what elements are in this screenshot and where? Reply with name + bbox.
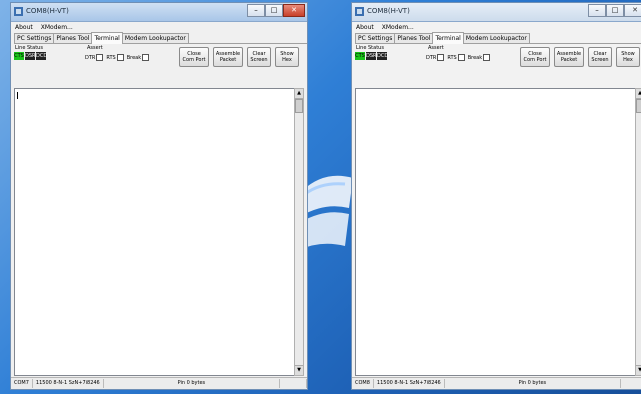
- cts-led: CTS: [355, 52, 365, 60]
- line-status-label: Line Status: [15, 45, 43, 51]
- window-title: COM8(H-VT): [26, 7, 69, 15]
- break-check[interactable]: [142, 54, 150, 61]
- tab-strip: PC Settings Planes Tool Terminal Modem L…: [14, 32, 307, 44]
- clear-screen-button[interactable]: Clear Screen: [588, 47, 612, 67]
- tab-terminal[interactable]: Terminal: [432, 32, 464, 44]
- tab-terminal[interactable]: Terminal: [91, 32, 123, 44]
- assemble-packet-button[interactable]: Assemble Packet: [213, 47, 243, 67]
- close-com-port-button[interactable]: Close Com Port: [520, 47, 550, 67]
- dsr-led: DSR: [366, 52, 377, 60]
- rts-check[interactable]: [457, 54, 465, 61]
- terminal-output[interactable]: [355, 88, 636, 376]
- tab-strip: PC Settings Planes Tool Terminal Modem L…: [355, 32, 641, 44]
- show-hex-button[interactable]: Show Hex: [616, 47, 640, 67]
- break-checkbox[interactable]: Break: [467, 54, 491, 61]
- close-com-port-button[interactable]: Close Com Port: [179, 47, 209, 67]
- break-label: Break: [467, 55, 483, 61]
- clear-screen-button[interactable]: Clear Screen: [247, 47, 271, 67]
- status-bar: COM8 11500 8-N-1 SzN+7i8246 Pin 0 bytes: [352, 377, 641, 389]
- tab-pc-settings[interactable]: PC Settings: [14, 33, 55, 43]
- minimize-button[interactable]: –: [588, 4, 606, 17]
- assemble-packet-button[interactable]: Assemble Packet: [554, 47, 584, 67]
- window-title: COM8(H-VT): [367, 7, 410, 15]
- dtr-checkbox[interactable]: DTR: [426, 54, 445, 61]
- status-extra: [621, 379, 641, 388]
- rts-checkbox[interactable]: RTS: [447, 54, 465, 61]
- scroll-thumb[interactable]: [636, 99, 641, 113]
- terminal-toolbar: Line Status CTS DSR DCD Assert DTR RTS B…: [352, 44, 641, 68]
- status-bar: COM7 11500 8-N-1 SzN+7i8246 Pin 0 bytes: [11, 377, 307, 389]
- dtr-check[interactable]: [437, 54, 445, 61]
- scroll-thumb[interactable]: [295, 99, 303, 113]
- status-bytes: Pin 0 bytes: [104, 379, 280, 388]
- rts-checkbox[interactable]: RTS: [106, 54, 124, 61]
- tab-planes-tool[interactable]: Planes Tool: [394, 33, 434, 43]
- status-settings: 11500 8-N-1 SzN+7i8246: [33, 379, 104, 388]
- vertical-scrollbar[interactable]: ▲ ▼: [635, 88, 641, 376]
- line-status-leds: CTS DSR DCD: [355, 52, 389, 60]
- break-label: Break: [126, 55, 142, 61]
- dcd-led: DCD: [377, 52, 389, 60]
- cts-led: CTS: [14, 52, 24, 60]
- status-port: COM7: [11, 379, 33, 388]
- vertical-scrollbar[interactable]: ▲ ▼: [294, 88, 304, 376]
- terminal-output[interactable]: [14, 88, 295, 376]
- terminal-window-left: COM8(H-VT) – □ ✕ About XModem... PC Sett…: [10, 2, 308, 390]
- dsr-led: DSR: [25, 52, 36, 60]
- maximize-button[interactable]: □: [265, 4, 283, 17]
- dtr-checkbox[interactable]: DTR: [85, 54, 104, 61]
- app-icon: [355, 7, 364, 16]
- status-bytes: Pin 0 bytes: [445, 379, 621, 388]
- menu-xmodem[interactable]: XModem...: [382, 24, 414, 31]
- menu-xmodem[interactable]: XModem...: [41, 24, 73, 31]
- assert-controls: DTR RTS Break: [85, 54, 150, 61]
- menu-bar: About XModem...: [352, 22, 641, 32]
- text-caret: [17, 92, 18, 99]
- app-icon: [14, 7, 23, 16]
- tab-pc-settings[interactable]: PC Settings: [355, 33, 396, 43]
- close-button[interactable]: ✕: [624, 4, 641, 17]
- dtr-label: DTR: [85, 55, 96, 61]
- status-port: COM8: [352, 379, 374, 388]
- line-status-label: Line Status: [356, 45, 384, 51]
- tab-planes-tool[interactable]: Planes Tool: [53, 33, 93, 43]
- break-checkbox[interactable]: Break: [126, 54, 150, 61]
- title-bar[interactable]: COM8(H-VT) – □ ✕: [352, 3, 641, 22]
- scroll-up-arrow-icon[interactable]: ▲: [295, 89, 303, 99]
- dtr-check[interactable]: [96, 54, 104, 61]
- rts-check[interactable]: [116, 54, 124, 61]
- dcd-led: DCD: [36, 52, 48, 60]
- assert-controls: DTR RTS Break: [426, 54, 491, 61]
- assert-label: Assert: [87, 45, 103, 51]
- scroll-down-arrow-icon[interactable]: ▼: [636, 365, 641, 375]
- minimize-button[interactable]: –: [247, 4, 265, 17]
- line-status-leds: CTS DSR DCD: [14, 52, 48, 60]
- menu-about[interactable]: About: [356, 24, 374, 31]
- rts-label: RTS: [106, 55, 116, 61]
- tab-modem-lookup[interactable]: Modem Lookupactor: [121, 33, 189, 43]
- scroll-up-arrow-icon[interactable]: ▲: [636, 89, 641, 99]
- assert-label: Assert: [428, 45, 444, 51]
- title-bar[interactable]: COM8(H-VT) – □ ✕: [11, 3, 307, 22]
- tab-modem-lookup[interactable]: Modem Lookupactor: [462, 33, 530, 43]
- rts-label: RTS: [447, 55, 457, 61]
- dtr-label: DTR: [426, 55, 437, 61]
- close-button[interactable]: ✕: [283, 4, 305, 17]
- show-hex-button[interactable]: Show Hex: [275, 47, 299, 67]
- break-check[interactable]: [483, 54, 491, 61]
- menu-bar: About XModem...: [11, 22, 307, 32]
- menu-about[interactable]: About: [15, 24, 33, 31]
- maximize-button[interactable]: □: [606, 4, 624, 17]
- status-settings: 11500 8-N-1 SzN+7i8246: [374, 379, 445, 388]
- status-extra: [280, 379, 307, 388]
- scroll-down-arrow-icon[interactable]: ▼: [295, 365, 303, 375]
- terminal-window-right: COM8(H-VT) – □ ✕ About XModem... PC Sett…: [351, 2, 641, 390]
- terminal-toolbar: Line Status CTS DSR DCD Assert DTR RTS B…: [11, 44, 307, 68]
